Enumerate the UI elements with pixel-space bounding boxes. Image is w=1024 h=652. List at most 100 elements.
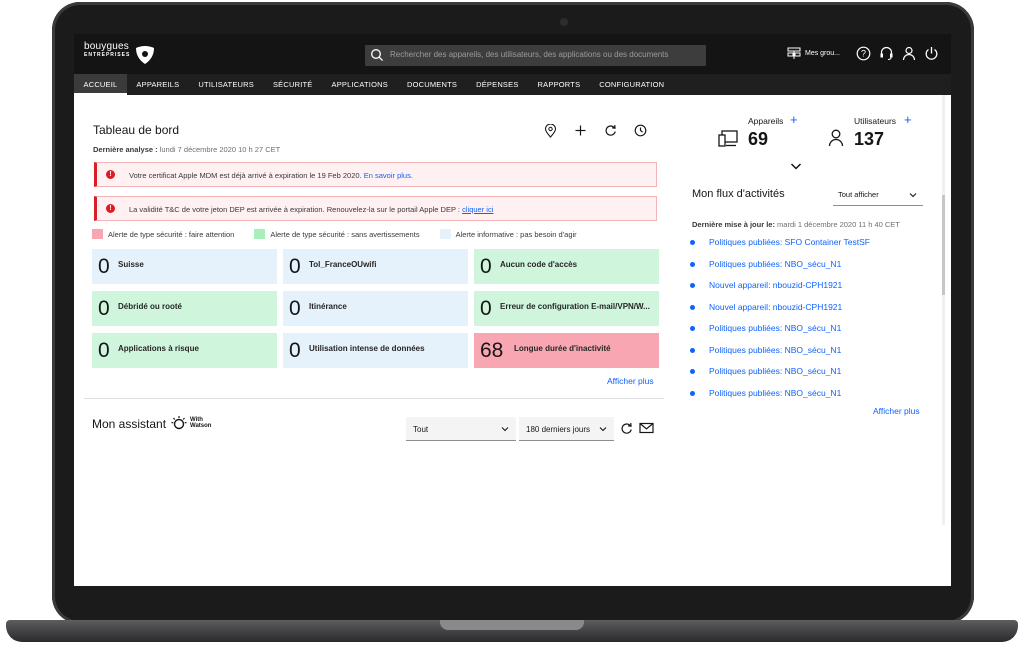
help-icon[interactable]: ? <box>856 46 871 61</box>
bullet-dot <box>690 369 695 374</box>
nav-securite[interactable]: SÉCURITÉ <box>263 74 322 95</box>
refresh-icon[interactable] <box>604 124 617 137</box>
bullet-dot <box>690 304 695 310</box>
activity-item-text: Nouvel appareil: nbouzid-CPH1921 <box>709 301 843 312</box>
tile-long-inactivity[interactable]: 68 Longue durée d'inactivité <box>474 333 659 368</box>
user-icon[interactable] <box>902 46 916 61</box>
select-value: Tout afficher <box>838 190 879 199</box>
alert-message: La validité T&C de votre jeton DEP est a… <box>129 205 461 214</box>
brand-name: bouygues <box>84 41 129 52</box>
support-headset-icon[interactable] <box>879 46 894 61</box>
tile-label: Applications à risque <box>118 344 199 353</box>
legend-item: Alerte de type sécurité : faire attentio… <box>92 229 234 239</box>
activity-item-text: Politiques publiées: NBO_sécu_N1 <box>709 344 842 355</box>
nav-accueil[interactable]: ACCUEIL <box>74 74 127 95</box>
users-count[interactable]: 137 <box>854 129 884 150</box>
power-icon[interactable] <box>924 46 939 61</box>
click-here-link[interactable]: cliquer ici <box>462 205 493 214</box>
chevron-down-icon <box>501 427 509 432</box>
svg-text:?: ? <box>861 49 866 59</box>
alert-dep-token: ! La validité T&C de votre jeton DEP est… <box>94 196 657 221</box>
activity-show-more-link[interactable]: Afficher plus <box>873 406 920 416</box>
devices-count[interactable]: 69 <box>748 129 768 150</box>
nav-rapports[interactable]: RAPPORTS <box>528 74 590 95</box>
tile-suisse[interactable]: 0 Suisse <box>92 249 277 284</box>
activity-updated-label: Dernière mise à jour le: <box>692 220 775 229</box>
tile-roaming[interactable]: 0 Itinérance <box>283 291 468 326</box>
period-select[interactable]: 180 derniers jours <box>519 417 614 441</box>
tile-no-passcode[interactable]: 0 Aucun code d'accès <box>474 249 659 284</box>
tile-label: Suisse <box>118 260 144 269</box>
location-icon[interactable] <box>544 124 557 138</box>
tile-risky-apps[interactable]: 0 Applications à risque <box>92 333 277 368</box>
legend-item: Alerte de type sécurité : sans avertisse… <box>254 229 420 239</box>
tile-count: 0 <box>289 255 301 278</box>
chevron-down-icon <box>909 193 917 198</box>
add-device-button[interactable]: + <box>790 113 798 126</box>
select-value: 180 derniers jours <box>526 425 591 434</box>
devices-icon <box>718 130 738 147</box>
search-placeholder: Rechercher des appareils, des utilisateu… <box>390 50 669 59</box>
tile-count: 0 <box>480 255 492 278</box>
tile-label: Utilisation intense de données <box>309 344 425 353</box>
main-nav: ACCUEIL APPAREILS UTILISATEURS SÉCURITÉ … <box>74 74 951 95</box>
tile-count: 0 <box>480 297 492 320</box>
dashboard-title: Tableau de bord <box>93 123 180 137</box>
nav-depenses[interactable]: DÉPENSES <box>467 74 528 95</box>
alert-text: La validité T&C de votre jeton DEP est a… <box>129 205 493 214</box>
nav-appareils[interactable]: APPAREILS <box>127 74 189 95</box>
add-user-button[interactable]: + <box>904 113 912 126</box>
scrollbar[interactable] <box>942 95 945 525</box>
chevron-down-icon <box>599 427 607 432</box>
brand-logo[interactable]: bouygues ENTREPRISES <box>84 41 154 64</box>
email-icon[interactable] <box>639 422 654 434</box>
header-actions: Mes grou... ? <box>787 46 939 61</box>
select-value: Tout <box>413 425 429 434</box>
top-bar: bouygues ENTREPRISES Rechercher des appa… <box>74 34 951 74</box>
bullet-dot <box>690 240 695 245</box>
legend-label: Alerte de type sécurité : faire attentio… <box>108 229 235 239</box>
clock-icon[interactable] <box>634 124 647 137</box>
tile-label: Tol_FranceOUwifi <box>309 260 377 269</box>
activity-item-text: Politiques publiées: NBO_sécu_N1 <box>709 258 842 269</box>
search-bar[interactable]: Rechercher des appareils, des utilisateu… <box>365 45 706 66</box>
refresh-icon[interactable] <box>620 422 633 435</box>
assistant-actions <box>620 422 654 435</box>
activity-updated: Dernière mise à jour le: mardi 1 décembr… <box>692 220 900 229</box>
tile-heavy-data-usage[interactable]: 0 Utilisation intense de données <box>283 333 468 368</box>
tile-count: 0 <box>98 339 110 362</box>
app-screen: bouygues ENTREPRISES Rechercher des appa… <box>74 34 951 586</box>
tile-count: 0 <box>289 297 301 320</box>
activity-feed-title: Mon flux d'activités <box>692 188 785 200</box>
activity-updated-value: mardi 1 décembre 2020 11 h 40 CET <box>777 220 900 229</box>
tile-count: 0 <box>98 255 110 278</box>
scrollbar-thumb[interactable] <box>942 195 945 295</box>
legend-label: Alerte informative : pas besoin d'agir <box>455 229 577 239</box>
bullet-dot <box>690 261 695 267</box>
tile-config-error[interactable]: 0 Erreur de configuration E-mail/VPN/W..… <box>474 291 659 326</box>
legend-label: Alerte de type sécurité : sans avertisse… <box>270 229 420 239</box>
alert-message: Votre certificat Apple MDM est déjà arri… <box>129 171 362 180</box>
dashboard-show-more-link[interactable]: Afficher plus <box>607 376 654 386</box>
tile-tol-france-ouwifi[interactable]: 0 Tol_FranceOUwifi <box>283 249 468 284</box>
tile-jailbroken[interactable]: 0 Débridé ou rooté <box>92 291 277 326</box>
tile-count: 68 <box>480 339 504 362</box>
activity-filter-select[interactable]: Tout afficher <box>833 184 923 206</box>
devices-label: Appareils <box>748 116 784 126</box>
assistant-filter-select[interactable]: Tout <box>406 417 516 441</box>
last-scan: Dernière analyse : lundi 7 décembre 2020… <box>93 145 280 154</box>
watson-text: With Watson <box>190 417 211 429</box>
plus-icon[interactable] <box>574 124 587 137</box>
nav-documents[interactable]: DOCUMENTS <box>397 74 466 95</box>
nav-utilisateurs[interactable]: UTILISATEURS <box>189 74 264 95</box>
nav-configuration[interactable]: CONFIGURATION <box>590 74 674 95</box>
groups-icon <box>787 47 801 59</box>
learn-more-link[interactable]: En savoir plus. <box>364 171 413 180</box>
chevron-down-icon[interactable] <box>790 162 802 171</box>
tile-count: 0 <box>289 339 301 362</box>
legend-swatch <box>254 229 266 239</box>
my-groups-button[interactable]: Mes grou... <box>787 47 840 60</box>
users-label: Utilisateurs <box>854 116 897 126</box>
my-groups-label: Mes grou... <box>804 50 840 57</box>
nav-applications[interactable]: APPLICATIONS <box>322 74 397 95</box>
